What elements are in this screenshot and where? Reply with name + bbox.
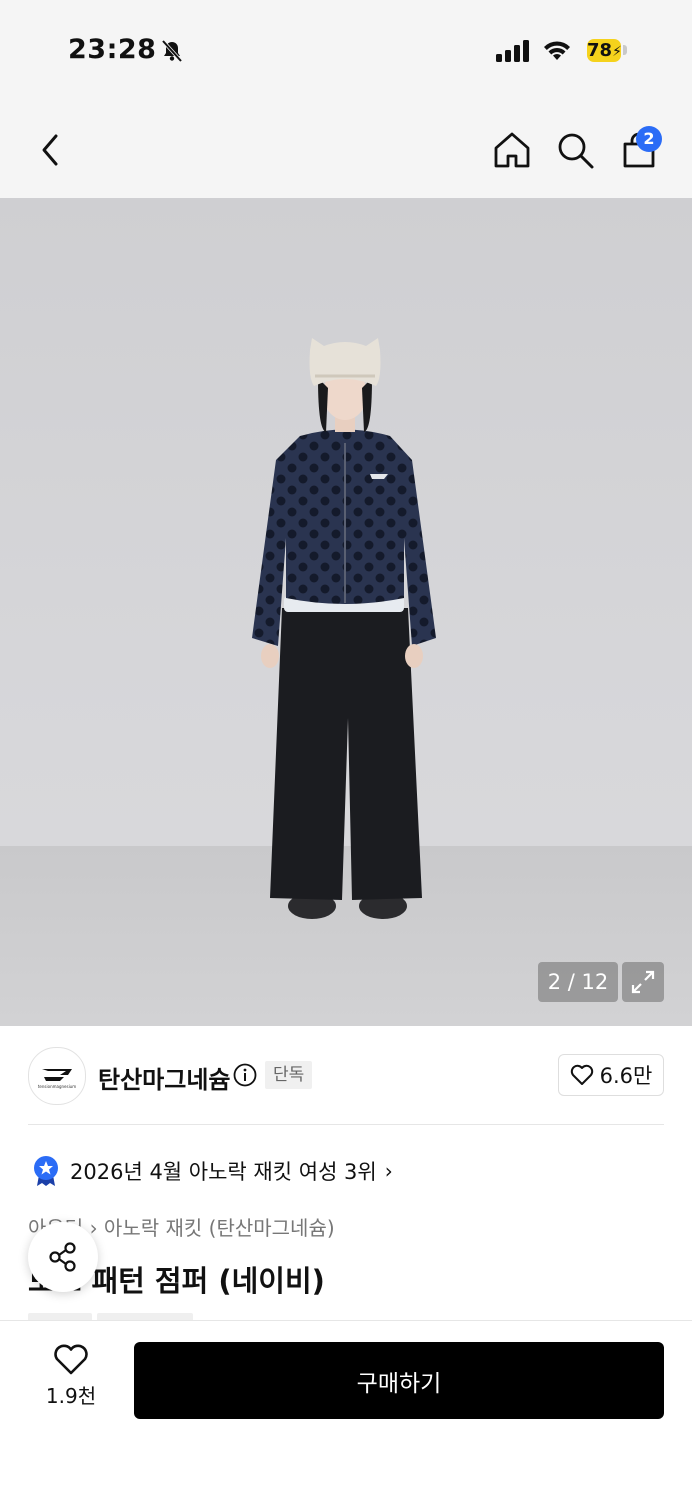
expand-icon (631, 970, 655, 994)
buy-button[interactable]: 구매하기 (134, 1342, 664, 1419)
battery-level: 78 (587, 40, 613, 61)
wishlist-count: 1.9천 (45, 1384, 97, 1408)
wishlist-button[interactable]: 1.9천 (34, 1344, 108, 1418)
product-image[interactable] (0, 198, 692, 1026)
breadcrumb-sub[interactable]: 아노락 재킷 (탄산마그네슘) (104, 1216, 335, 1240)
section-divider (28, 1124, 664, 1125)
back-icon (42, 134, 58, 166)
brand-logo-caption: tensionmagnesium (38, 1084, 76, 1089)
exclusive-badge: 단독 (265, 1061, 313, 1089)
ranking-text: 2026년 4월 아노락 재킷 여성 3위 (70, 1160, 377, 1184)
search-button[interactable] (551, 126, 599, 174)
battery-nub (623, 45, 627, 55)
cart-count-badge: 2 (636, 126, 662, 152)
bell-slash-icon (160, 39, 184, 66)
battery-indicator: 78⚡ (587, 39, 622, 62)
brand-name[interactable]: 탄산마그네슘 (98, 1060, 230, 1095)
image-counter: 2 / 12 (538, 962, 618, 1002)
model-illustration (252, 338, 436, 919)
brand-like-button[interactable]: 6.6만 (558, 1054, 664, 1096)
heart-icon (54, 1344, 88, 1375)
signal-icon (496, 40, 530, 66)
home-icon (494, 132, 530, 168)
brand-like-count: 6.6만 (599, 1064, 653, 1088)
ranking-badge-icon (34, 1156, 58, 1186)
share-button[interactable] (28, 1222, 98, 1292)
chevron-right-icon: › (384, 1159, 393, 1183)
back-button[interactable] (26, 126, 74, 174)
expand-image-button[interactable] (622, 962, 664, 1002)
brand-logo-mark: tensionmagnesium (38, 1069, 76, 1089)
info-icon[interactable] (233, 1063, 257, 1091)
search-icon (558, 133, 594, 169)
share-icon (49, 1242, 76, 1272)
status-time: 23:28 (68, 34, 157, 65)
wifi-icon (542, 38, 572, 66)
heart-icon (570, 1064, 593, 1085)
brand-logo[interactable]: tensionmagnesium (28, 1047, 86, 1105)
home-button[interactable] (488, 126, 536, 174)
ranking-link[interactable]: 2026년 4월 아노락 재킷 여성 3위 › (32, 1154, 393, 1188)
